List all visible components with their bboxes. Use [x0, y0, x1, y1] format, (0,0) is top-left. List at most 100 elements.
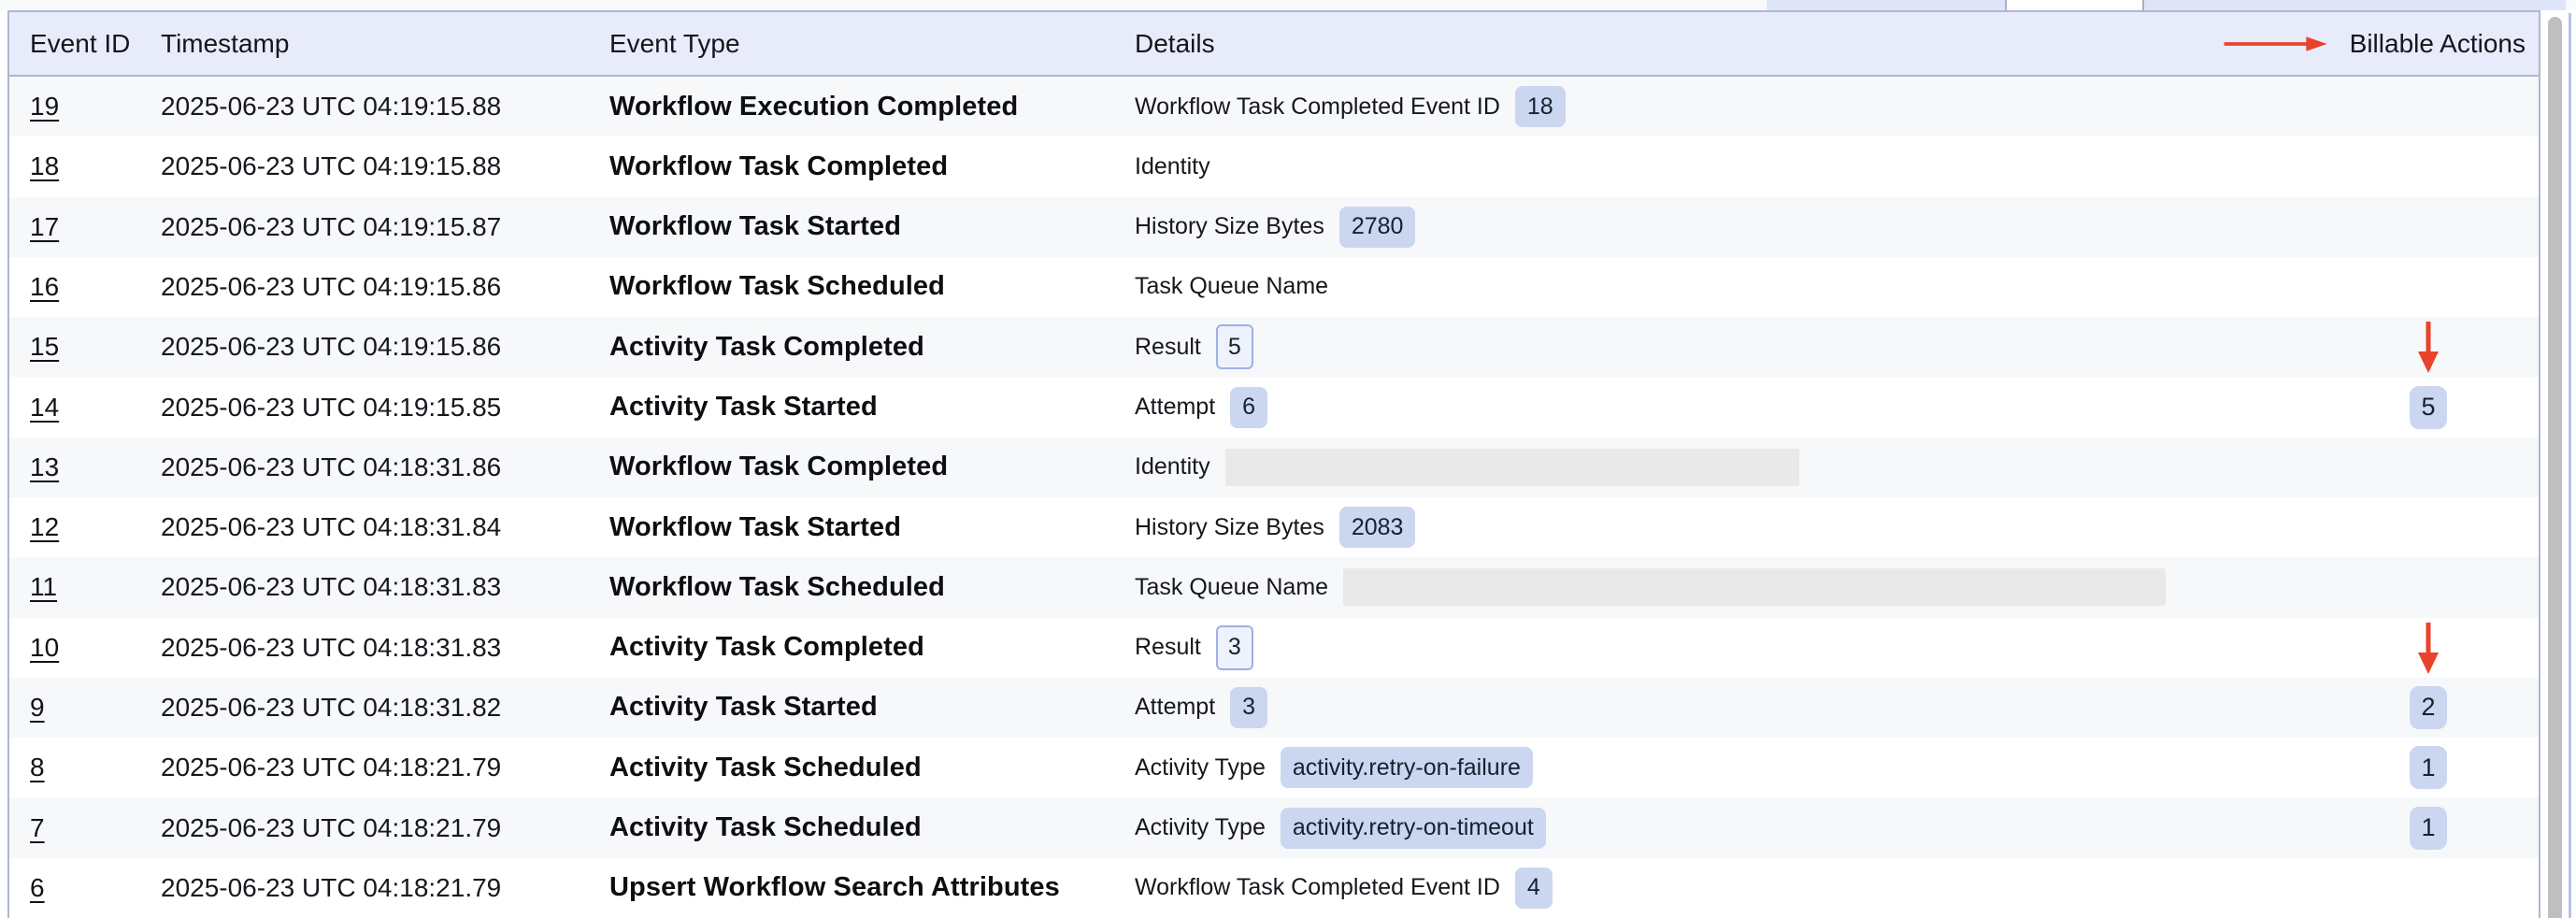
- event-id-link[interactable]: 16: [30, 272, 59, 302]
- detail-label: Result: [1135, 634, 1201, 661]
- event-id-link[interactable]: 12: [30, 512, 59, 542]
- billable-actions-header-label: Billable Actions: [2350, 29, 2526, 59]
- event-id-link[interactable]: 19: [30, 92, 59, 122]
- event-type: Activity Task Completed: [589, 332, 1114, 363]
- event-id-link[interactable]: 13: [30, 452, 59, 482]
- event-id-link[interactable]: 8: [30, 753, 45, 782]
- event-timestamp: 2025-06-23 UTC 04:18:31.84: [140, 512, 589, 542]
- detail-value-badge: 5: [1216, 324, 1253, 369]
- detail-value-badge: 18: [1515, 86, 1566, 127]
- event-details: History Size Bytes 2780: [1114, 207, 2223, 248]
- event-timestamp: 2025-06-23 UTC 04:18:21.79: [140, 873, 589, 903]
- table-row: 18 2025-06-23 UTC 04:19:15.88 Workflow T…: [9, 136, 2539, 196]
- billable-actions-annotation-arrow-icon: [2223, 33, 2327, 55]
- vertical-scrollbar-thumb[interactable]: [2548, 17, 2562, 918]
- event-timestamp: 2025-06-23 UTC 04:18:31.82: [140, 693, 589, 723]
- event-type: Workflow Task Started: [589, 211, 1114, 242]
- billable-actions-cell: 2: [2223, 686, 2539, 729]
- detail-value-badge: 2083: [1339, 507, 1416, 548]
- event-details: Result 5: [1114, 324, 2223, 369]
- detail-label: Attempt: [1135, 694, 1215, 721]
- billable-annotation-down-arrow-icon: [2416, 320, 2440, 374]
- detail-label: Workflow Task Completed Event ID: [1135, 93, 1500, 121]
- event-timestamp: 2025-06-23 UTC 04:19:15.85: [140, 393, 589, 423]
- event-timestamp: 2025-06-23 UTC 04:19:15.86: [140, 272, 589, 302]
- table-row: 14 2025-06-23 UTC 04:19:15.85 Activity T…: [9, 377, 2539, 437]
- column-header-event-type: Event Type: [589, 29, 1114, 59]
- event-details: Result 3: [1114, 625, 2223, 670]
- billable-actions-count-badge: 2: [2410, 686, 2447, 729]
- event-details: Task Queue Name: [1114, 273, 2223, 300]
- event-type: Workflow Execution Completed: [589, 92, 1114, 122]
- table-header-row: Event ID Timestamp Event Type Details Bi…: [9, 12, 2539, 77]
- detail-value-badge: 2780: [1339, 207, 1416, 248]
- table-row: 16 2025-06-23 UTC 04:19:15.86 Workflow T…: [9, 257, 2539, 317]
- event-timestamp: 2025-06-23 UTC 04:19:15.87: [140, 212, 589, 242]
- event-details: Workflow Task Completed Event ID 4: [1114, 868, 2223, 909]
- toolbar-strip-notch: [2005, 0, 2144, 10]
- event-id-link[interactable]: 10: [30, 633, 59, 663]
- billable-actions-count-badge: 5: [2410, 386, 2447, 429]
- detail-label: History Size Bytes: [1135, 213, 1324, 240]
- detail-value-badge: 4: [1515, 868, 1553, 909]
- event-id-link[interactable]: 7: [30, 813, 45, 843]
- event-id-link[interactable]: 17: [30, 212, 59, 242]
- event-id-link[interactable]: 11: [30, 572, 57, 602]
- event-timestamp: 2025-06-23 UTC 04:18:31.83: [140, 572, 589, 602]
- event-type: Activity Task Completed: [589, 632, 1114, 663]
- event-history-table: Event ID Timestamp Event Type Details Bi…: [7, 10, 2540, 918]
- event-details: Identity: [1114, 153, 2223, 180]
- event-timestamp: 2025-06-23 UTC 04:18:31.86: [140, 452, 589, 482]
- billable-actions-cell: [2223, 320, 2539, 374]
- billable-actions-cell: 1: [2223, 746, 2539, 789]
- event-id-link[interactable]: 9: [30, 693, 45, 723]
- detail-label: Result: [1135, 334, 1201, 361]
- right-edge-divider: [2569, 13, 2571, 918]
- detail-value-badge: 3: [1216, 625, 1253, 670]
- table-row: 17 2025-06-23 UTC 04:19:15.87 Workflow T…: [9, 197, 2539, 257]
- column-header-billable-actions: Billable Actions: [2223, 29, 2539, 59]
- table-row: 15 2025-06-23 UTC 04:19:15.86 Activity T…: [9, 317, 2539, 377]
- table-row: 6 2025-06-23 UTC 04:18:21.79 Upsert Work…: [9, 858, 2539, 918]
- billable-actions-count-badge: 1: [2410, 746, 2447, 789]
- event-details: Attempt 6: [1114, 387, 2223, 428]
- event-type: Activity Task Started: [589, 692, 1114, 723]
- column-header-details: Details: [1114, 29, 2223, 59]
- billable-annotation-down-arrow-icon: [2416, 621, 2440, 675]
- event-timestamp: 2025-06-23 UTC 04:19:15.88: [140, 151, 589, 181]
- event-timestamp: 2025-06-23 UTC 04:18:31.83: [140, 633, 589, 663]
- event-details: Identity: [1114, 449, 2223, 486]
- event-type: Activity Task Scheduled: [589, 812, 1114, 843]
- event-type: Workflow Task Scheduled: [589, 271, 1114, 302]
- detail-label: Identity: [1135, 453, 1210, 481]
- detail-label: Task Queue Name: [1135, 273, 1328, 300]
- detail-value-badge: activity.retry-on-timeout: [1281, 808, 1546, 849]
- redacted-value-block: [1225, 449, 1799, 486]
- detail-label: Activity Type: [1135, 814, 1266, 841]
- event-details: Activity Type activity.retry-on-timeout: [1114, 808, 2223, 849]
- event-type: Workflow Task Started: [589, 512, 1114, 543]
- table-row: 11 2025-06-23 UTC 04:18:31.83 Workflow T…: [9, 557, 2539, 617]
- event-type: Workflow Task Scheduled: [589, 572, 1114, 603]
- event-id-link[interactable]: 15: [30, 332, 59, 362]
- detail-label: Workflow Task Completed Event ID: [1135, 874, 1500, 901]
- event-timestamp: 2025-06-23 UTC 04:19:15.86: [140, 332, 589, 362]
- detail-value-badge: 3: [1230, 687, 1267, 728]
- event-id-link[interactable]: 14: [30, 393, 59, 423]
- toolbar-bottom-strip: [0, 0, 2576, 10]
- detail-label: Task Queue Name: [1135, 574, 1328, 601]
- detail-label: Identity: [1135, 153, 1210, 180]
- detail-value-badge: activity.retry-on-failure: [1281, 747, 1533, 788]
- event-id-link[interactable]: 18: [30, 151, 59, 181]
- column-header-event-id: Event ID: [9, 29, 140, 59]
- event-type: Upsert Workflow Search Attributes: [589, 872, 1114, 903]
- event-details: History Size Bytes 2083: [1114, 507, 2223, 548]
- detail-value-badge: 6: [1230, 387, 1267, 428]
- event-type: Workflow Task Completed: [589, 151, 1114, 182]
- event-id-link[interactable]: 6: [30, 873, 45, 903]
- billable-actions-cell: 1: [2223, 807, 2539, 850]
- redacted-value-block: [1343, 568, 2166, 606]
- table-row: 12 2025-06-23 UTC 04:18:31.84 Workflow T…: [9, 497, 2539, 557]
- event-details: Attempt 3: [1114, 687, 2223, 728]
- table-row: 19 2025-06-23 UTC 04:19:15.88 Workflow E…: [9, 77, 2539, 136]
